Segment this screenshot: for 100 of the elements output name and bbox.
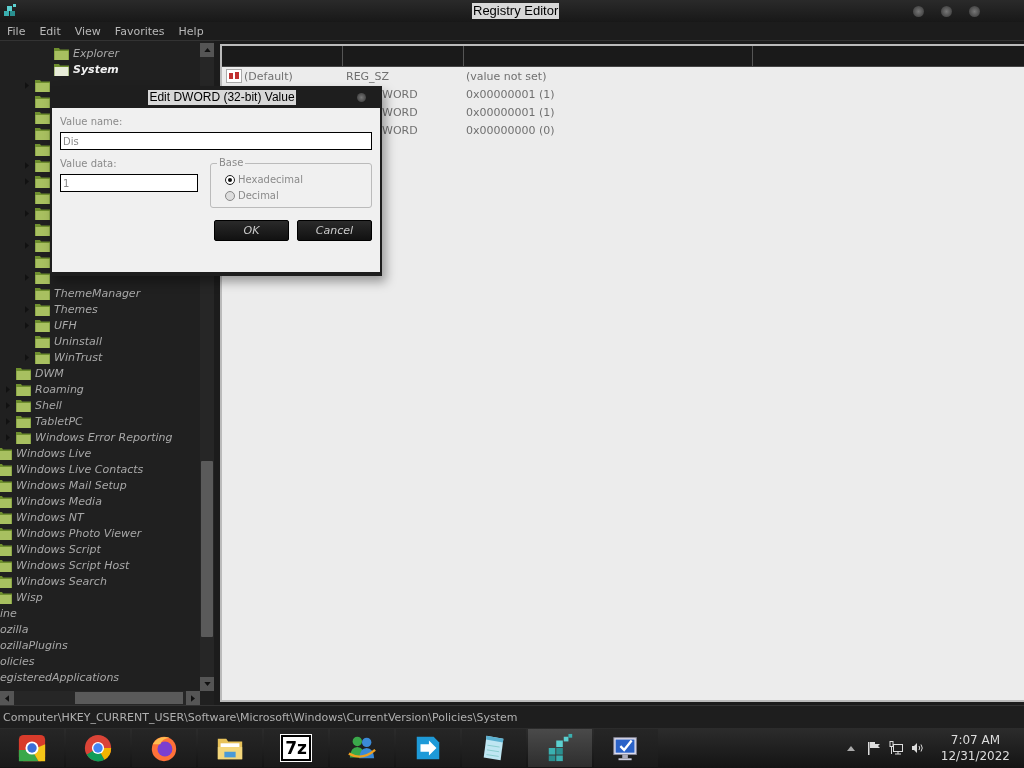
tree-item[interactable]: UFH	[54, 318, 77, 332]
tree-item[interactable]: Themes	[54, 302, 98, 316]
cubes-icon	[2, 3, 18, 19]
folder-icon	[0, 542, 12, 556]
maximize-button[interactable]	[941, 5, 952, 17]
folder-icon	[0, 590, 12, 604]
tree-item[interactable]: System	[73, 62, 119, 76]
folder-icon	[0, 446, 12, 460]
scroll-left-button[interactable]	[0, 691, 14, 705]
folder-icon	[16, 382, 31, 396]
cancel-button[interactable]: Cancel	[297, 220, 372, 241]
folder-icon	[35, 174, 50, 188]
tree-item[interactable]: ozilla	[0, 622, 29, 636]
ring-icon	[17, 733, 47, 763]
tree-item[interactable]: Shell	[35, 398, 62, 412]
folder-icon	[35, 238, 50, 252]
folder-icon	[35, 206, 50, 220]
folder-icon	[0, 494, 12, 508]
taskbar-button[interactable]: 7z	[264, 729, 328, 767]
tree-item[interactable]: Windows Media	[16, 494, 102, 508]
folder-icon	[35, 350, 50, 364]
minimize-button[interactable]	[913, 5, 924, 17]
menu-item[interactable]: View	[74, 24, 101, 38]
tree-item[interactable]: Windows Photo Viewer	[16, 526, 142, 540]
folder-icon	[16, 414, 31, 428]
folder-icon	[0, 510, 12, 524]
taskbar-button[interactable]	[462, 729, 526, 767]
tree-item[interactable]: olicies	[0, 654, 35, 668]
folder-icon	[35, 302, 50, 316]
scrollbar-thumb[interactable]	[75, 692, 183, 704]
tree-item[interactable]: Roaming	[35, 382, 84, 396]
value-type: WORD	[382, 105, 418, 119]
menu-item[interactable]: Favorites	[114, 24, 165, 38]
folder-icon	[16, 430, 31, 444]
value-type: REG_SZ	[346, 69, 390, 83]
value-data: 0x00000001 (1)	[466, 87, 555, 101]
taskbar-button[interactable]	[0, 729, 64, 767]
field-label: Value data:	[60, 158, 118, 169]
value-data-field[interactable]: 1	[60, 174, 198, 192]
tree-item[interactable]: Windows Script	[16, 542, 101, 556]
value-data: 0x00000000 (0)	[466, 123, 555, 137]
field-label: Value name:	[60, 116, 124, 127]
flag-icon[interactable]	[866, 741, 881, 755]
tree-item[interactable]: Wisp	[16, 590, 43, 604]
folder-icon	[35, 318, 50, 332]
value-name-field[interactable]: Dis	[60, 132, 372, 150]
value-data: 0x00000001 (1)	[466, 105, 555, 119]
tree-item[interactable]: WinTrust	[54, 350, 103, 364]
tree-item[interactable]: ThemeManager	[54, 286, 141, 300]
dialog-title: Edit DWORD (32-bit) Value	[148, 89, 296, 105]
ok-button[interactable]: OK	[214, 220, 289, 241]
tree-item[interactable]: Windows Live Contacts	[16, 462, 144, 476]
close-button[interactable]	[357, 92, 366, 102]
up-arrow-icon	[203, 48, 211, 52]
tree-item[interactable]: Windows NT	[16, 510, 84, 524]
folder-icon	[0, 558, 12, 572]
clock-time[interactable]: 7:07 AM	[950, 732, 1001, 748]
tree-item[interactable]: Windows Search	[16, 574, 107, 588]
window-title: Registry Editor	[472, 3, 560, 19]
scroll-right-button[interactable]	[186, 691, 200, 705]
menu-item[interactable]: Edit	[39, 24, 61, 38]
scrollbar-thumb[interactable]	[201, 461, 213, 637]
left-arrow-icon	[5, 694, 9, 702]
tree-item[interactable]: Windows Error Reporting	[35, 430, 173, 444]
app-logo: 7z	[281, 735, 311, 761]
network-icon[interactable]	[888, 741, 903, 755]
menu-item[interactable]: Help	[178, 24, 204, 38]
tree-item[interactable]: Windows Live	[16, 446, 92, 460]
scroll-up-button[interactable]	[200, 43, 214, 57]
folder-icon	[0, 478, 12, 492]
scroll-down-button[interactable]	[200, 677, 214, 691]
volume-icon[interactable]	[910, 741, 925, 755]
taskbar-button[interactable]	[594, 729, 658, 767]
clock-date[interactable]: 12/31/2022	[940, 748, 1010, 764]
tree-item[interactable]: ozillaPlugins	[0, 638, 68, 652]
value-name[interactable]: (Default)	[244, 69, 293, 83]
folder-icon	[16, 398, 31, 412]
string-value-icon	[226, 69, 242, 83]
group-label: Base	[217, 157, 246, 168]
menu-item[interactable]: File	[7, 24, 26, 38]
tree-item[interactable]: Windows Script Host	[16, 558, 130, 572]
tree-item[interactable]: TabletPC	[35, 414, 83, 428]
folder-icon	[0, 574, 12, 588]
close-button[interactable]	[969, 5, 980, 17]
tree-item[interactable]: Windows Mail Setup	[16, 478, 127, 492]
folder-icon	[0, 462, 12, 476]
show-hidden-icons-icon[interactable]	[846, 745, 855, 751]
tree-item[interactable]: egisteredApplications	[0, 670, 120, 684]
tree-item[interactable]: DWM	[35, 366, 64, 380]
ring-icon	[83, 733, 113, 763]
right-arrow-icon	[191, 694, 195, 702]
key-path: Computer\HKEY_CURRENT_USER\Software\Microsoft\Windows\CurrentVersion\Policies\System	[3, 710, 518, 724]
down-arrow-icon	[203, 682, 211, 686]
folder-icon	[35, 78, 50, 92]
value-type: WORD	[382, 123, 418, 137]
tree-item[interactable]: ine	[0, 606, 17, 620]
folder-icon	[35, 270, 50, 284]
folder-icon	[35, 158, 50, 172]
tree-item[interactable]: Uninstall	[54, 334, 102, 348]
tree-item[interactable]: Explorer	[73, 46, 120, 60]
